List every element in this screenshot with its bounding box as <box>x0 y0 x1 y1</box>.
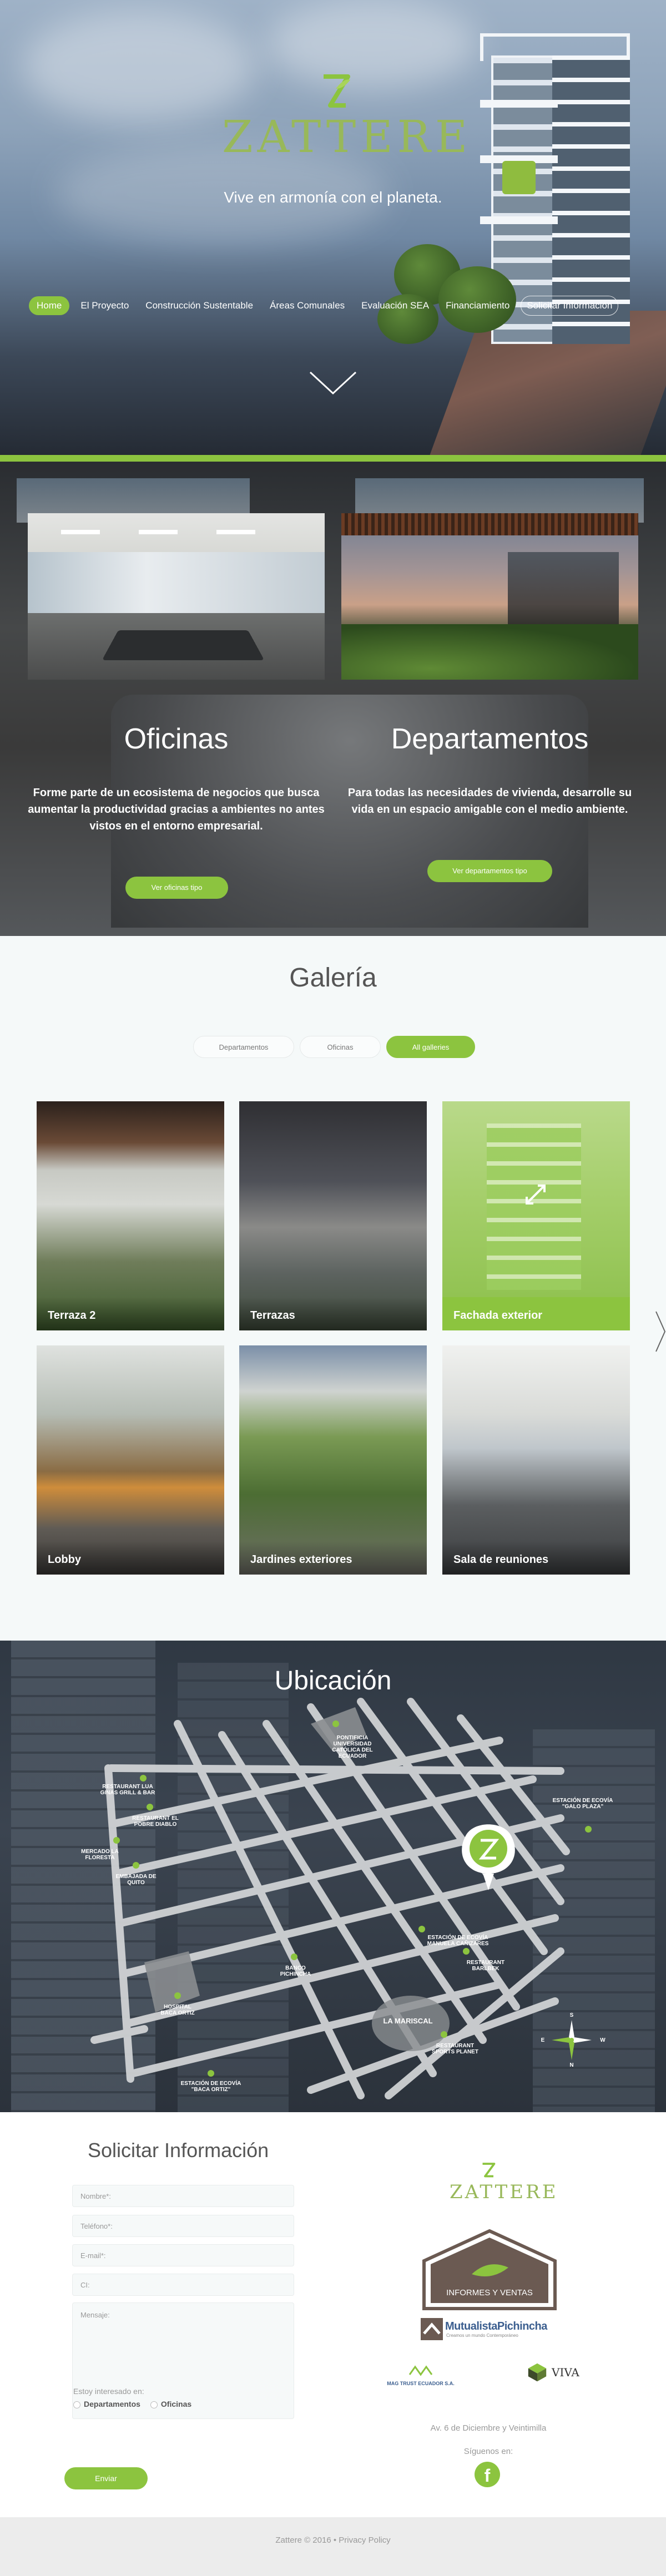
mutualista-icon <box>421 2318 443 2340</box>
nav-financiamiento[interactable]: Financiamiento <box>440 296 515 315</box>
tile-caption: Terraza 2 <box>37 1297 224 1330</box>
map-label: Embajada de Quito <box>115 1874 157 1886</box>
gallery-filters: Departamentos Oficinas All galleries <box>193 1036 475 1058</box>
radio-button[interactable] <box>150 2401 158 2408</box>
map-label: Estación de Ecovía Manuela Cañizares <box>427 1935 489 1947</box>
send-button[interactable]: Enviar <box>64 2467 148 2489</box>
compass-icon <box>552 2020 592 2060</box>
site-logo[interactable]: ZATTERE <box>222 72 472 163</box>
compass-south: N <box>569 2062 574 2068</box>
tile-caption: Terrazas <box>239 1297 427 1330</box>
partner-logo-right: VIVA <box>527 2361 588 2383</box>
gallery-tile[interactable]: Lobby <box>37 1345 224 1575</box>
tile-caption: Lobby <box>37 1541 224 1575</box>
map-label: Pontificia Universidad Católica del Ecua… <box>332 1735 373 1759</box>
gallery-tile[interactable]: Terrazas <box>239 1101 427 1330</box>
mutualista-logo: MutualistaPichincha Creamos un mundo Con… <box>421 2318 559 2340</box>
location-title: Ubicación <box>274 1666 392 1696</box>
gallery-tile[interactable]: Fachada exterior <box>442 1101 630 1330</box>
interest-options: Departamentos Oficinas <box>73 2400 191 2408</box>
location-section: Ubicación Restaurant Lua Ginas Grill & B… <box>0 1641 666 2112</box>
offices-title: Oficinas <box>124 723 229 755</box>
facebook-icon[interactable]: f <box>475 2462 500 2487</box>
map-label: Restaurant El Pobre Diablo <box>132 1815 179 1828</box>
footer-text[interactable]: Zattere © 2016 • Privacy Policy <box>0 2535 666 2545</box>
gallery-tile[interactable]: Sala de reuniones <box>442 1345 630 1575</box>
nav-construccion-sustentable[interactable]: Construcción Sustentable <box>140 296 259 315</box>
option-departamentos[interactable]: Departamentos <box>73 2400 140 2408</box>
apartments-button[interactable]: Ver departamentos tipo <box>427 860 552 882</box>
tagline: Vive en armonía con el planeta. <box>224 189 442 206</box>
z-leaf-icon <box>324 74 350 108</box>
gallery-title: Galería <box>289 963 377 993</box>
mutualista-tagline: Creamos un mundo Contemporáneo <box>446 2333 518 2338</box>
map-label: Hospital Baca Ortiz <box>160 2004 195 2016</box>
offices-button[interactable]: Ver oficinas tipo <box>125 877 228 899</box>
accent-divider <box>0 455 666 462</box>
footer: Zattere © 2016 • Privacy Policy <box>0 2517 666 2576</box>
map-label: Estación de Ecovía "Baca Ortiz" <box>180 2081 241 2093</box>
office-photo[interactable] <box>28 513 325 680</box>
apartments-text: Para todas las necesidades de vivienda, … <box>347 787 632 816</box>
map-label: La Mariscal <box>383 2017 433 2025</box>
interest-question: Estoy interesado en: <box>73 2387 144 2396</box>
viva-cube-icon <box>528 2363 547 2382</box>
nav-home[interactable]: Home <box>29 296 70 315</box>
nav-el-proyecto[interactable]: El Proyecto <box>75 296 134 315</box>
map-label: Restaurant Sports Planet <box>432 2043 478 2055</box>
compass-west: E <box>541 2037 545 2043</box>
follow-label: Síguenos en: <box>463 2447 513 2456</box>
offices-text: Forme parte de un ecosistema de negocios… <box>28 787 325 832</box>
nav-evaluacion-sea[interactable]: Evaluación SEA <box>356 296 435 315</box>
nav-areas-comunales[interactable]: Áreas Comunales <box>264 296 350 315</box>
tile-caption: Jardines exteriores <box>239 1541 427 1575</box>
map-label: Mercado La Floresta <box>81 1849 119 1861</box>
expand-icon[interactable] <box>520 1179 551 1210</box>
hero-section: ZATTERE Vive en armonía con el planeta. … <box>0 0 666 458</box>
gallery-tile[interactable]: Terraza 2 <box>37 1101 224 1330</box>
map-label: Restaurant Lua Ginas Grill & Bar <box>100 1784 155 1796</box>
address: Av. 6 de Diciembre y Veintimilla <box>430 2423 547 2433</box>
partner-mark-icon <box>408 2365 433 2376</box>
option-oficinas[interactable]: Oficinas <box>150 2400 191 2408</box>
compass-east: W <box>600 2037 606 2043</box>
email-field[interactable]: E-mail*: <box>72 2244 294 2266</box>
brand-wordmark-small: ZATTERE <box>450 2181 558 2203</box>
phone-field[interactable]: Teléfono*: <box>72 2215 294 2237</box>
apartment-photo[interactable] <box>341 513 638 680</box>
gallery-tile[interactable]: Jardines exteriores <box>239 1345 427 1575</box>
map-label: Restaurant Barlbek <box>466 1960 505 1972</box>
tile-caption: Fachada exterior <box>442 1297 630 1330</box>
contact-title: Solicitar Información <box>88 2139 269 2162</box>
sales-house-logo: INFORMES Y VENTAS <box>422 2229 557 2310</box>
location-map[interactable] <box>0 1641 666 2112</box>
mutualista-name: MutualistaPichincha <box>445 2320 547 2332</box>
chevron-down-icon[interactable] <box>308 369 358 397</box>
nav-solicitar-informacion[interactable]: Solicitar Información <box>521 296 619 316</box>
filter-all-galleries[interactable]: All galleries <box>386 1036 475 1058</box>
z-leaf-icon <box>482 2163 496 2178</box>
filter-oficinas[interactable]: Oficinas <box>300 1036 381 1058</box>
filter-departamentos[interactable]: Departamentos <box>193 1036 294 1058</box>
compass-north: S <box>569 2012 574 2018</box>
zattere-small-logo[interactable]: ZATTERE <box>450 2161 558 2205</box>
trees-image <box>377 233 533 344</box>
units-section: Oficinas Forme parte de un ecosistema de… <box>0 462 666 936</box>
tile-caption: Sala de reuniones <box>442 1541 630 1575</box>
main-nav: Home El Proyecto Construcción Sustentabl… <box>29 296 619 316</box>
ci-field[interactable]: CI: <box>72 2274 294 2296</box>
map-label: Banco Pichincha <box>280 1965 311 1977</box>
brand-wordmark: ZATTERE <box>222 111 472 163</box>
chevron-right-icon[interactable] <box>655 1309 666 1354</box>
radio-button[interactable] <box>73 2401 80 2408</box>
partner-logo-left: MAG TRUST ECUADOR S.A. <box>376 2365 465 2386</box>
apartments-title: Departamentos <box>391 723 589 755</box>
svg-text:INFORMES Y VENTAS: INFORMES Y VENTAS <box>446 2288 533 2297</box>
map-label: Estación de Ecovía "Galo Plaza" <box>552 1798 613 1810</box>
cloud <box>22 11 255 122</box>
name-field[interactable]: Nombre*: <box>72 2185 294 2207</box>
